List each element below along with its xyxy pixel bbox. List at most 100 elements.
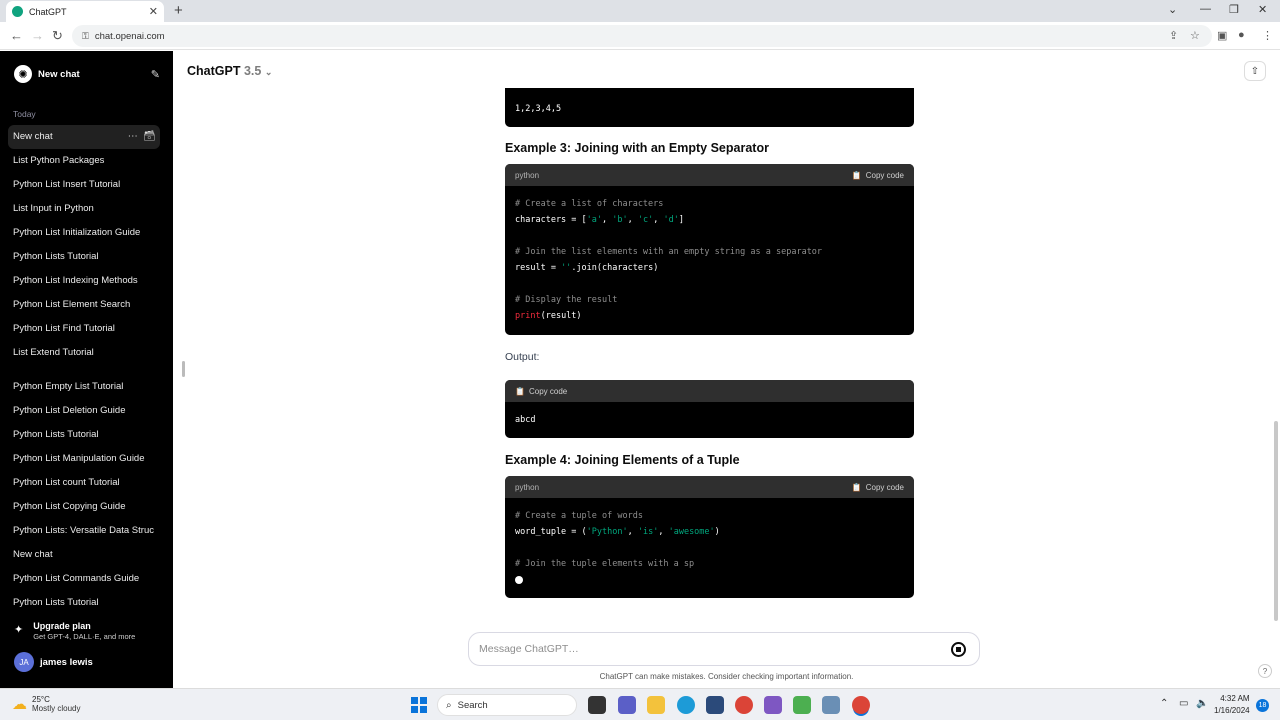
restore-icon[interactable]: ❐ — [1229, 3, 1239, 16]
task-view-icon[interactable] — [588, 696, 606, 714]
example3-heading: Example 3: Joining with an Empty Separat… — [505, 141, 769, 155]
tab-search-icon[interactable]: ⌄ — [1168, 3, 1177, 16]
browser-menu-icon[interactable]: ⋮ — [1262, 29, 1273, 42]
chrome-icon[interactable] — [735, 696, 753, 714]
clock[interactable]: 4:32 AM 1/16/2024 — [1214, 693, 1250, 717]
openai-logo-icon: ✺ — [14, 65, 32, 83]
chat-history-label: Python List Initialization Guide — [13, 227, 141, 238]
chat-history-item[interactable]: Python List Commands Guide — [8, 567, 160, 591]
site-info-icon[interactable]: ⚿ — [82, 31, 89, 42]
chat-history-item[interactable]: Python List Find Tutorial — [8, 317, 160, 341]
reload-icon[interactable]: ↻ — [52, 28, 63, 44]
excel-icon[interactable] — [793, 696, 811, 714]
code-string: '' — [561, 263, 572, 273]
output-text: 1,2,3,4,5 — [515, 104, 562, 114]
sidebar-new-chat-button[interactable]: ✺ New chat ✎ — [8, 63, 160, 85]
chat-history-label: Python List count Tutorial — [13, 477, 120, 488]
url-field[interactable]: ⚿ chat.openai.com — [72, 25, 1212, 47]
chat-history-item[interactable]: New chat — [8, 543, 160, 567]
chat-history-label: Python List Indexing Methods — [13, 275, 138, 286]
chat-history-item[interactable]: Python List Deletion Guide — [8, 399, 160, 423]
chat-history-item[interactable]: List Python Packages — [8, 149, 160, 173]
chat-history-item[interactable]: Python List count Tutorial — [8, 471, 160, 495]
side-panel-icon[interactable]: ▣ — [1217, 29, 1227, 42]
network-icon[interactable]: ▭ — [1179, 698, 1188, 709]
copy-code-button[interactable]: 📋 Copy code — [852, 483, 904, 492]
chat-history-item[interactable]: Python Empty List Tutorial — [8, 375, 160, 399]
chat-history-item[interactable]: Python List Element Search — [8, 293, 160, 317]
chat-history-item[interactable]: List Input in Python — [8, 197, 160, 221]
share-page-icon[interactable]: ⇪ — [1169, 29, 1178, 42]
copy-code-button[interactable]: 📋 Copy code — [852, 171, 904, 180]
model-selector[interactable]: ChatGPT 3.5 ⌄ — [187, 64, 272, 78]
help-icon[interactable]: ? — [1258, 664, 1272, 678]
chat-history-item[interactable]: List Extend Tutorial — [8, 341, 160, 365]
chat-history-item[interactable]: Python List Manipulation Guide — [8, 447, 160, 471]
code-comment: # Display the result — [515, 295, 618, 305]
code-string: 'is' — [637, 527, 659, 537]
bookmark-star-icon[interactable]: ☆ — [1190, 29, 1200, 42]
start-button[interactable] — [411, 697, 427, 713]
edge-icon[interactable] — [677, 696, 695, 714]
chat-history-item[interactable]: Python List Indexing Methods — [8, 269, 160, 293]
chat-history-item[interactable]: Python List Initialization Guide — [8, 221, 160, 245]
chat-history-label: Python List Commands Guide — [13, 573, 140, 584]
remote-desktop-icon[interactable] — [822, 696, 840, 714]
chat-history-item[interactable]: Python List Insert Tutorial — [8, 173, 160, 197]
app-icon[interactable] — [764, 696, 782, 714]
code-language-label: python — [515, 482, 540, 492]
new-chat-label: New chat — [38, 68, 80, 80]
message-input[interactable] — [479, 643, 919, 655]
tray-chevron-icon[interactable]: ⌃ — [1160, 698, 1168, 709]
store-icon[interactable] — [706, 696, 724, 714]
taskbar-search[interactable]: ⌕ Search — [437, 694, 577, 716]
scrollbar[interactable] — [1274, 421, 1278, 621]
window-close-icon[interactable]: ✕ — [1258, 3, 1267, 16]
copy-code-button[interactable]: 📋 Copy code — [515, 387, 567, 396]
code-content: # Create a list of characters characters… — [515, 199, 823, 321]
chat-history-item[interactable]: New chat ⋯ 🗃 — [8, 125, 160, 149]
chat-history-item[interactable]: Python List Copying Guide — [8, 495, 160, 519]
chat-history-label: List Extend Tutorial — [13, 347, 94, 358]
sidebar-collapse-handle[interactable] — [182, 361, 185, 377]
clipboard-icon: 📋 — [515, 386, 525, 396]
model-version: 3.5 — [243, 64, 262, 78]
upgrade-plan-button[interactable]: ✦ Upgrade plan Get GPT-4, DALL·E, and mo… — [14, 621, 135, 641]
share-chat-button[interactable]: ⇧ — [1244, 61, 1266, 81]
code-comment: # Create a list of characters — [515, 199, 664, 209]
volume-icon[interactable]: 🔈 — [1196, 698, 1208, 709]
browser-tab[interactable]: ChatGPT ✕ — [6, 1, 164, 22]
code-block-header: 📋 Copy code — [505, 380, 914, 402]
chat-history-item[interactable]: Python Lists Tutorial — [8, 423, 160, 447]
chat-history-label: Python List Insert Tutorial — [13, 179, 121, 190]
profile-icon[interactable]: ● — [1238, 29, 1245, 41]
notification-badge[interactable]: 18 — [1256, 699, 1269, 712]
chat-options-icon[interactable]: ⋯ 🗃 — [128, 125, 156, 149]
chat-history-item[interactable]: Python Lists Tutorial — [8, 245, 160, 269]
back-icon[interactable]: ← — [10, 28, 23, 43]
main-chat-area: ChatGPT 3.5 ⌄ ⇧ 1,2,3,4,5 Example 3: Joi… — [173, 51, 1280, 688]
chrome-active-icon[interactable] — [852, 696, 870, 714]
code-string: 'd' — [663, 215, 679, 225]
chat-history-label: Python List Find Tutorial — [13, 323, 115, 334]
user-name: james lewis — [40, 656, 93, 668]
code-keyword: print — [515, 311, 541, 321]
weather-widget[interactable]: ☁ 25°C Mostly cloudy — [12, 695, 80, 713]
code-string: 'Python' — [586, 527, 628, 537]
copy-code-label: Copy code — [865, 170, 904, 180]
disclaimer-text: ChatGPT can make mistakes. Consider chec… — [599, 672, 854, 681]
chat-history-item[interactable]: Python Lists: Versatile Data Struc — [8, 519, 160, 543]
edit-icon[interactable]: ✎ — [151, 68, 160, 81]
teams-chat-icon[interactable] — [618, 696, 636, 714]
file-explorer-icon[interactable] — [647, 696, 665, 714]
forward-icon[interactable]: → — [31, 28, 44, 43]
chat-history-label: Python List Deletion Guide — [13, 405, 126, 416]
new-tab-icon[interactable]: + — [174, 2, 183, 19]
chat-history-label: New chat — [13, 131, 53, 142]
minimize-icon[interactable]: — — [1200, 3, 1211, 15]
stop-generating-button[interactable] — [951, 642, 966, 657]
user-menu-button[interactable]: JA james lewis — [14, 652, 93, 672]
chat-history-item[interactable]: Python Lists Tutorial — [8, 591, 160, 615]
weather-temp: 25°C — [32, 695, 50, 704]
close-tab-icon[interactable]: ✕ — [149, 5, 158, 18]
